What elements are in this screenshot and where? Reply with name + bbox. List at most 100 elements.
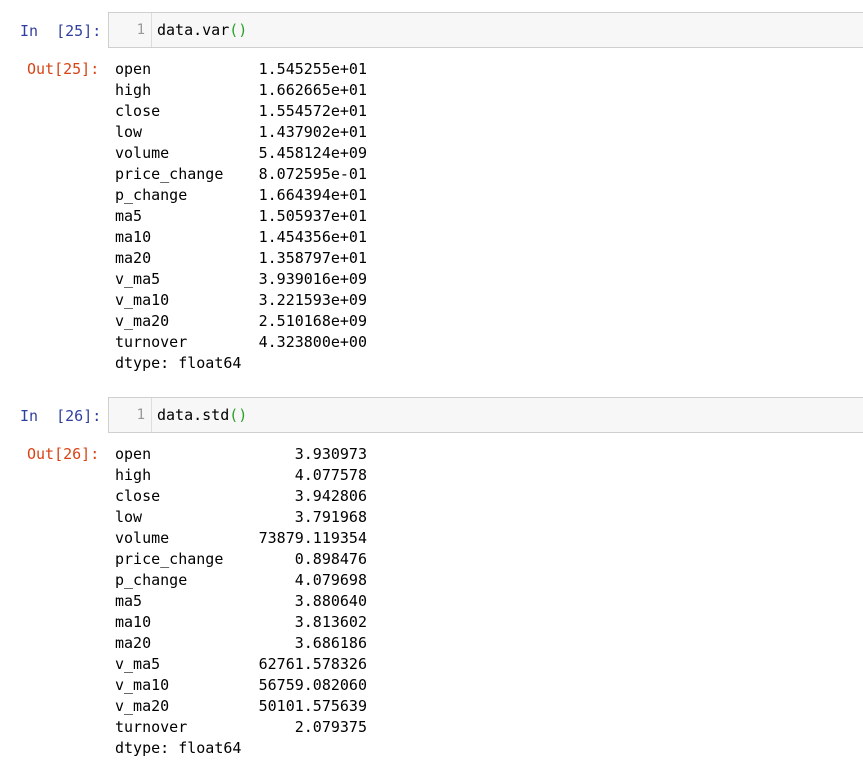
row-value: 56759.082060: [258, 676, 367, 694]
code-input-area[interactable]: 1 data.std(): [108, 397, 863, 433]
series-row: volume 73879.119354: [115, 528, 367, 549]
output-prompt: Out[26]:: [27, 445, 100, 463]
row-value: 3.880640: [294, 592, 367, 610]
row-value: 3.942806: [294, 487, 367, 505]
line-number: 1: [136, 22, 145, 38]
series-row: high 4.077578: [115, 465, 367, 486]
row-value: 50101.575639: [258, 697, 367, 715]
code-parens: (): [229, 21, 248, 39]
row-value: 5.458124e+09: [258, 144, 367, 162]
row-label: ma10: [115, 613, 152, 631]
series-row: volume 5.458124e+09: [115, 143, 367, 164]
row-value: 62761.578326: [258, 655, 367, 673]
row-label: v_ma5: [115, 655, 161, 673]
line-number: 1: [136, 407, 145, 423]
series-row: open 1.545255e+01: [115, 59, 367, 80]
row-label: p_change: [115, 186, 188, 204]
code-text: data.var: [157, 21, 230, 39]
row-label: open: [115, 60, 152, 78]
code-line[interactable]: data.std(): [157, 406, 247, 424]
series-row: open 3.930973: [115, 444, 367, 465]
input-prompt: In [26]:: [20, 407, 102, 425]
row-value: 1.545255e+01: [258, 60, 367, 78]
code-input-area[interactable]: 1 data.var(): [108, 12, 863, 48]
series-row: low 3.791968: [115, 507, 367, 528]
code-text: data.std: [157, 406, 230, 424]
row-label: v_ma20: [115, 312, 170, 330]
row-label: close: [115, 102, 161, 120]
row-value: 3.939016e+09: [258, 270, 367, 288]
series-row: ma10 1.454356e+01: [115, 227, 367, 248]
series-row: v_ma10 56759.082060: [115, 675, 367, 696]
row-label: ma10: [115, 228, 152, 246]
row-label: high: [115, 81, 152, 99]
row-label: p_change: [115, 571, 188, 589]
row-label: v_ma5: [115, 270, 161, 288]
output-area: open 1.545255e+01 high 1.662665e+01 close 1…: [115, 59, 367, 374]
row-label: ma20: [115, 634, 152, 652]
row-label: volume: [115, 529, 170, 547]
row-label: low: [115, 508, 143, 526]
row-value: 2.510168e+09: [258, 312, 367, 330]
row-label: turnover: [115, 718, 188, 736]
series-row: p_change 1.664394e+01: [115, 185, 367, 206]
row-label: volume: [115, 144, 170, 162]
row-label: v_ma20: [115, 697, 170, 715]
row-value: 0.898476: [294, 550, 367, 568]
row-label: price_change: [115, 550, 224, 568]
row-label: ma20: [115, 249, 152, 267]
series-row: close 3.942806: [115, 486, 367, 507]
series-row: close 1.554572e+01: [115, 101, 367, 122]
series-row: turnover 2.079375: [115, 717, 367, 738]
row-value: 3.791968: [294, 508, 367, 526]
series-row: v_ma5 62761.578326: [115, 654, 367, 675]
line-number-gutter: 1: [109, 13, 152, 47]
series-row: low 1.437902e+01: [115, 122, 367, 143]
row-value: 3.813602: [294, 613, 367, 631]
series-row: v_ma20 50101.575639: [115, 696, 367, 717]
dtype-line: dtype: float64: [115, 739, 242, 757]
row-value: 4.323800e+00: [258, 333, 367, 351]
series-row: ma10 3.813602: [115, 612, 367, 633]
series-row: high 1.662665e+01: [115, 80, 367, 101]
code-line[interactable]: data.var(): [157, 21, 247, 39]
series-row: p_change 4.079698: [115, 570, 367, 591]
row-value: 1.554572e+01: [258, 102, 367, 120]
row-label: price_change: [115, 165, 224, 183]
row-label: ma5: [115, 592, 143, 610]
row-label: ma5: [115, 207, 143, 225]
row-label: low: [115, 123, 143, 141]
row-value: 8.072595e-01: [258, 165, 367, 183]
row-label: v_ma10: [115, 291, 170, 309]
row-label: v_ma10: [115, 676, 170, 694]
line-number-gutter: 1: [109, 398, 152, 432]
code-parens: (): [229, 406, 248, 424]
series-row: price_change 8.072595e-01: [115, 164, 367, 185]
series-row: ma5 1.505937e+01: [115, 206, 367, 227]
row-value: 1.664394e+01: [258, 186, 367, 204]
series-row: v_ma20 2.510168e+09: [115, 311, 367, 332]
series-row: ma5 3.880640: [115, 591, 367, 612]
series-row: v_ma5 3.939016e+09: [115, 269, 367, 290]
output-prompt: Out[25]:: [27, 60, 100, 78]
row-value: 73879.119354: [258, 529, 367, 547]
row-value: 4.077578: [294, 466, 367, 484]
row-value: 3.930973: [294, 445, 367, 463]
input-prompt: In [25]:: [20, 22, 102, 40]
row-value: 3.221593e+09: [258, 291, 367, 309]
series-row: price_change 0.898476: [115, 549, 367, 570]
series-row: v_ma10 3.221593e+09: [115, 290, 367, 311]
dtype-line: dtype: float64: [115, 354, 242, 372]
row-value: 1.437902e+01: [258, 123, 367, 141]
row-label: close: [115, 487, 161, 505]
row-value: 1.454356e+01: [258, 228, 367, 246]
series-row: turnover 4.323800e+00: [115, 332, 367, 353]
row-label: turnover: [115, 333, 188, 351]
row-value: 1.505937e+01: [258, 207, 367, 225]
row-value: 4.079698: [294, 571, 367, 589]
series-row: ma20 1.358797e+01: [115, 248, 367, 269]
row-value: 3.686186: [294, 634, 367, 652]
row-label: open: [115, 445, 152, 463]
row-value: 1.358797e+01: [258, 249, 367, 267]
row-value: 2.079375: [294, 718, 367, 736]
